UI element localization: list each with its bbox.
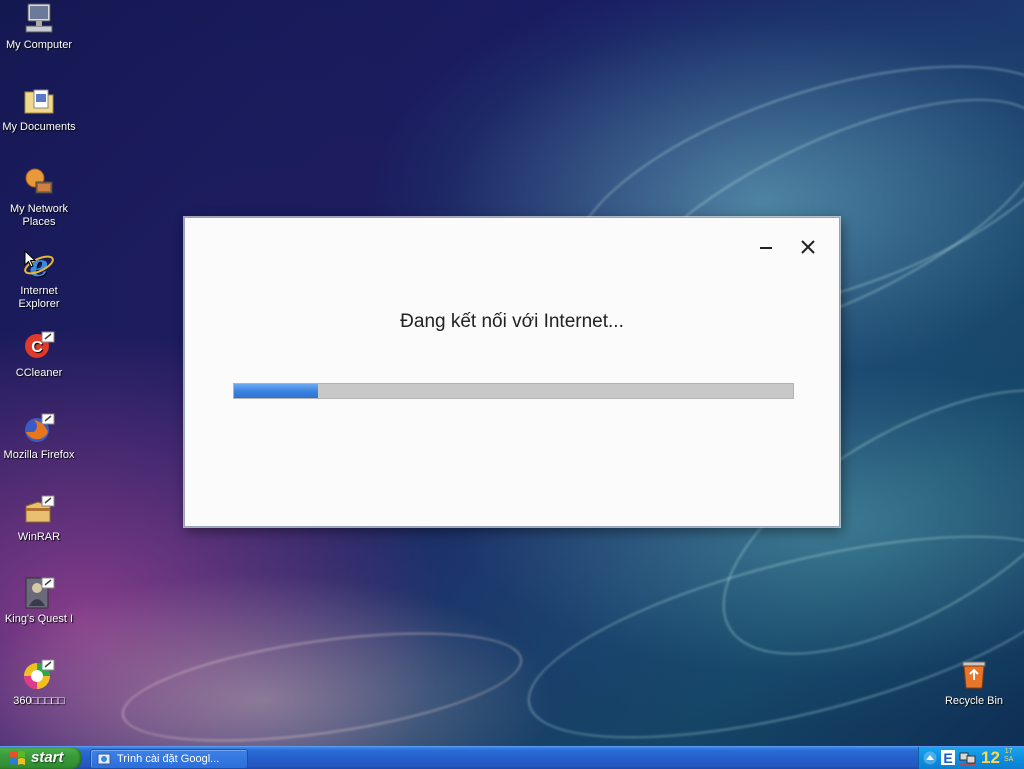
desktop-icon-label: 360□□□□□ xyxy=(13,695,65,707)
desktop-icon-my-computer[interactable]: My Computer xyxy=(1,2,77,52)
desktop: My Computer My Documents My Network Plac… xyxy=(0,0,1024,746)
installer-icon xyxy=(97,753,111,765)
ccleaner-icon: C xyxy=(25,331,55,358)
desktop-icon-recycle-bin[interactable]: Recycle Bin xyxy=(936,658,1012,708)
desktop-icon-label: Mozilla Firefox xyxy=(3,449,75,461)
close-button[interactable] xyxy=(798,237,818,257)
svg-text:E: E xyxy=(943,750,952,765)
desktop-icon-label: My Network Places xyxy=(9,203,69,228)
folder-documents-icon xyxy=(24,89,54,114)
desktop-icon-label: WinRAR xyxy=(17,531,61,543)
wallpaper-swirl xyxy=(115,612,529,746)
desktop-icon-label: King's Quest I xyxy=(4,613,74,625)
firefox-icon xyxy=(25,413,55,442)
taskbar-item-installer[interactable]: Trình cài đặt Googl... xyxy=(90,749,248,769)
desktop-icon-label: Internet Explorer xyxy=(18,285,60,310)
progress-bar xyxy=(233,383,794,399)
desktop-icon-label: My Documents xyxy=(2,121,76,133)
desktop-icon-winrar[interactable]: WinRAR xyxy=(1,494,77,544)
connecting-message: Đang kết nối với Internet... xyxy=(400,311,624,332)
desktop-icon-kings-quest[interactable]: King's Quest I xyxy=(1,576,77,626)
system-tray: E 12 17 SA xyxy=(918,747,1024,769)
desktop-icon-my-network-places[interactable]: My Network Places xyxy=(1,166,77,229)
mouse-cursor-icon xyxy=(24,250,36,268)
computer-icon xyxy=(25,3,53,33)
start-button[interactable]: start xyxy=(0,747,82,769)
desktop-icon-360[interactable]: 360□□□□□ xyxy=(1,658,77,708)
minimize-button[interactable] xyxy=(756,237,776,257)
taskbar: start Trình cài đặt Googl... E 12 17 SA xyxy=(0,746,1024,769)
installer-dialog: Đang kết nối với Internet... xyxy=(184,217,840,527)
tray-e-icon[interactable]: E xyxy=(941,750,955,765)
network-places-icon xyxy=(25,168,53,194)
clock-period: SA xyxy=(1004,756,1014,763)
desktop-icon-mozilla-firefox[interactable]: Mozilla Firefox xyxy=(1,412,77,462)
desktop-icon-ccleaner[interactable]: C CCleaner xyxy=(1,330,77,380)
desktop-icon-label: Recycle Bin xyxy=(944,695,1004,707)
clock-detail: 17 SA xyxy=(1004,748,1013,764)
360-browser-icon xyxy=(24,659,55,689)
network-status-icon[interactable] xyxy=(959,750,977,766)
windows-logo-icon xyxy=(10,751,25,765)
close-icon xyxy=(801,240,815,254)
desktop-icon-label: My Computer xyxy=(5,39,73,51)
winrar-icon xyxy=(25,495,55,523)
clock-hour[interactable]: 12 xyxy=(981,748,1000,768)
progress-fill xyxy=(234,384,318,398)
svg-text:C: C xyxy=(31,339,43,356)
desktop-icon-internet-explorer[interactable]: e Internet Explorer xyxy=(1,248,77,311)
desktop-icon-my-documents[interactable]: My Documents xyxy=(1,84,77,134)
kings-quest-icon xyxy=(25,577,55,609)
recycle-bin-icon xyxy=(962,661,986,689)
taskbar-item-label: Trình cài đặt Googl... xyxy=(117,753,220,765)
desktop-icon-label: CCleaner xyxy=(15,367,63,379)
clock-minutes: 17 xyxy=(1004,748,1013,755)
start-label: start xyxy=(31,749,64,766)
show-hidden-icons-icon[interactable] xyxy=(923,751,937,765)
